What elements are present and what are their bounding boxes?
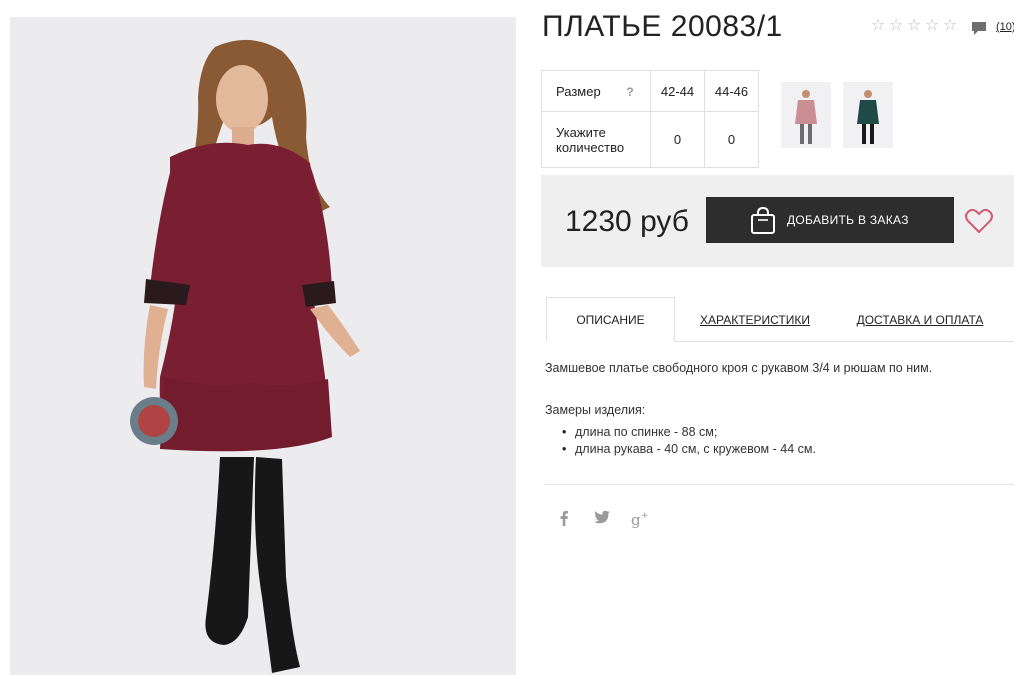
comment-icon[interactable] [971,20,987,36]
color-thumb-green[interactable] [843,82,893,148]
add-to-order-label: ДОБАВИТЬ В ЗАКАЗ [787,213,909,227]
size-help-icon[interactable]: ? [626,85,633,99]
price: 1230 руб [565,205,689,238]
size-label: Размер [556,83,601,99]
measures-list: длина по спинке - 88 см; длина рукава - … [562,424,816,458]
star-icon[interactable]: ☆ [871,18,887,34]
svg-text:+: + [641,511,649,521]
tab-delivery-payment[interactable]: ДОСТАВКА И ОПЛАТА [850,297,990,342]
twitter-icon[interactable] [594,510,610,528]
reviews-count-link[interactable]: (10) [996,21,1014,33]
facebook-icon[interactable] [559,510,569,528]
add-to-order-button[interactable]: ДОБАВИТЬ В ЗАКАЗ [706,197,954,243]
measures-title: Замеры изделия: [545,403,646,417]
quantity-input[interactable]: 0 [704,111,759,168]
google-plus-icon[interactable]: g + [631,510,651,529]
list-item: длина по спинке - 88 см; [562,424,816,441]
product-photo[interactable] [10,17,516,675]
svg-text:g: g [631,511,641,528]
star-icon[interactable]: ☆ [943,18,959,34]
star-icon[interactable]: ☆ [925,18,941,34]
size-option: 44-46 [704,70,759,112]
tab-description[interactable]: ОПИСАНИЕ [546,297,675,342]
color-thumb-pink[interactable] [781,82,831,148]
size-option: 42-44 [650,70,705,112]
shopping-bag-icon [750,206,776,235]
star-icon[interactable]: ☆ [889,18,905,34]
rating-stars[interactable]: ☆ ☆ ☆ ☆ ☆ [871,18,959,34]
divider [545,484,1014,485]
description-text: Замшевое платье свободного кроя с рукаво… [545,361,933,375]
size-table: Размер ? 42-44 44-46 Укажите количество … [541,70,759,168]
tab-characteristics[interactable]: ХАРАКТЕРИСТИКИ [690,297,820,342]
purchase-bar: 1230 руб ДОБАВИТЬ В ЗАКАЗ [541,175,1014,267]
list-item: длина рукава - 40 см, с кружевом - 44 см… [562,441,816,458]
product-title: ПЛАТЬЕ 20083/1 [542,10,783,43]
quantity-input[interactable]: 0 [650,111,705,168]
quantity-label: Укажите количество [541,111,651,168]
info-tabs: ОПИСАНИЕ ХАРАКТЕРИСТИКИ ДОСТАВКА И ОПЛАТ… [546,297,1014,342]
star-icon[interactable]: ☆ [907,18,923,34]
heart-icon[interactable] [965,208,993,234]
